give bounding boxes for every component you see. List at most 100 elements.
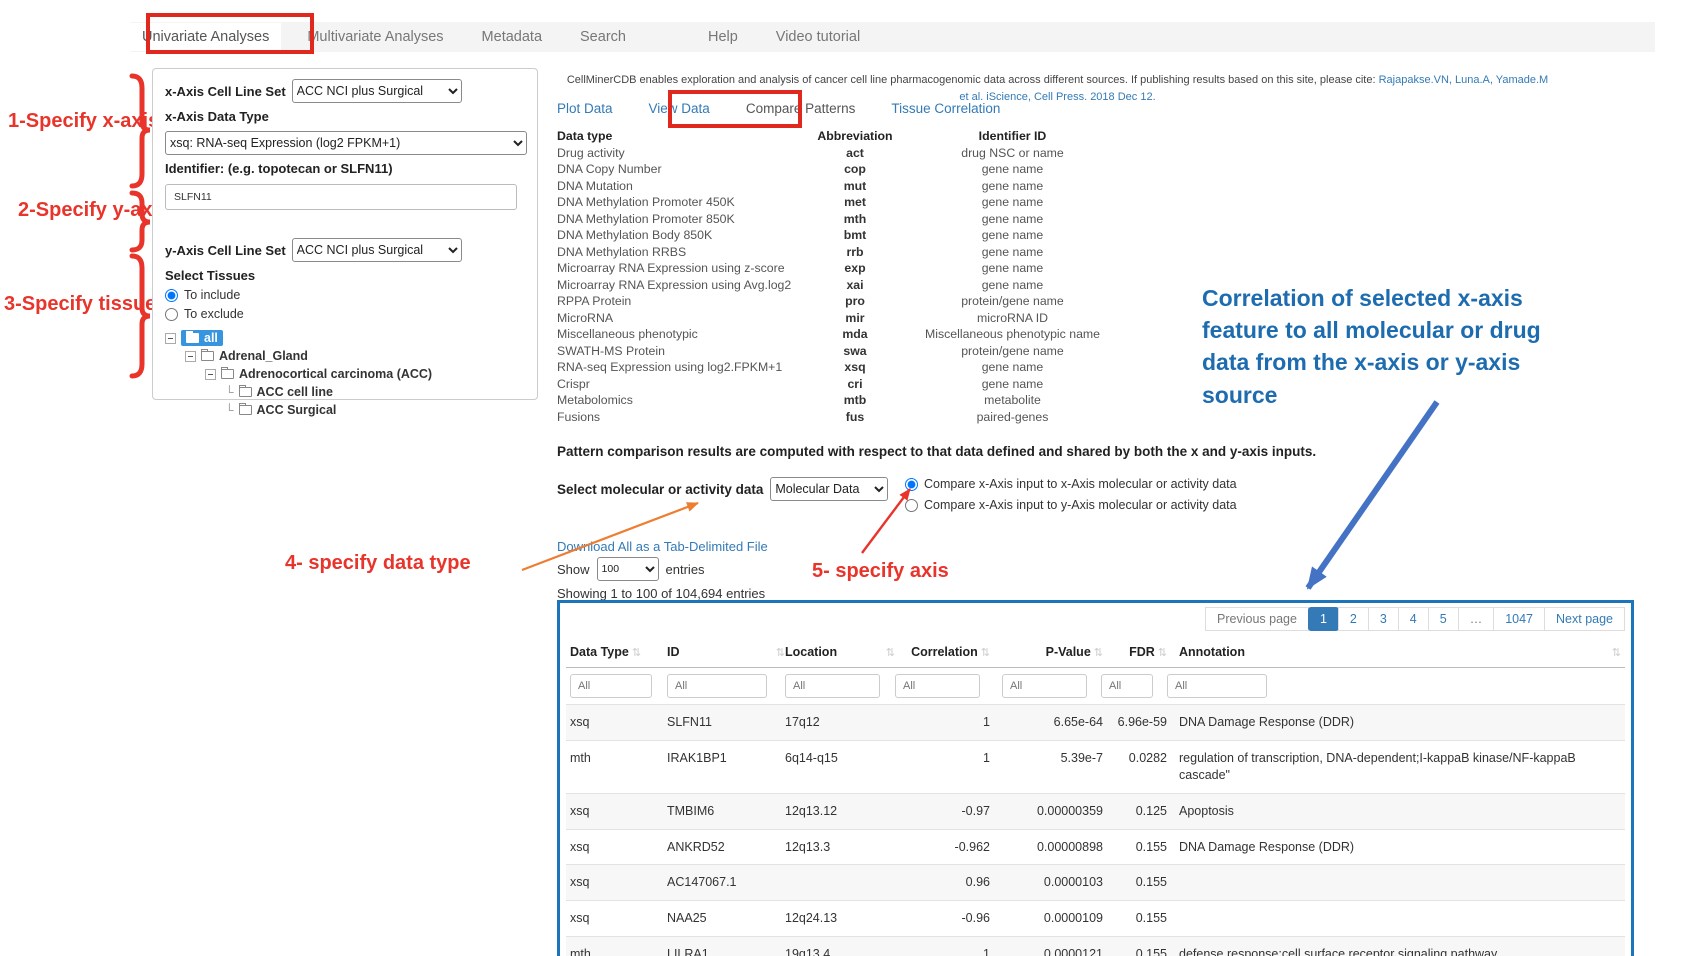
nav-tab-metadata[interactable]: Metadata bbox=[470, 23, 554, 51]
molecular-data-select[interactable]: Molecular Data bbox=[770, 477, 888, 501]
page-button-1047[interactable]: 1047 bbox=[1493, 607, 1545, 631]
page-button-1[interactable]: 1 bbox=[1308, 607, 1339, 631]
previous-page-button[interactable]: Previous page bbox=[1205, 607, 1309, 631]
sort-icon[interactable]: ⇅ bbox=[632, 646, 641, 659]
folder-icon bbox=[239, 405, 252, 415]
header-correlation[interactable]: Correlation⇅ bbox=[895, 645, 990, 659]
tree-node-all[interactable]: all bbox=[165, 329, 525, 347]
ref-cell-abbreviation: mir bbox=[805, 310, 905, 327]
tab-tissue-correlation[interactable]: Tissue Correlation bbox=[891, 101, 1000, 116]
tab-view-data[interactable]: View Data bbox=[649, 101, 710, 116]
page-button-3[interactable]: 3 bbox=[1368, 607, 1399, 631]
tree-toggle-icon[interactable] bbox=[165, 333, 176, 344]
cell-location: 12q13.3 bbox=[785, 839, 895, 856]
ref-cell-data-type: DNA Methylation Promoter 850K bbox=[557, 211, 805, 228]
page-button-2[interactable]: 2 bbox=[1338, 607, 1369, 631]
sort-icon[interactable]: ⇅ bbox=[776, 646, 785, 659]
compare-x-axis-radio[interactable] bbox=[905, 478, 918, 491]
sort-icon[interactable]: ⇅ bbox=[886, 646, 895, 659]
tree-toggle-icon[interactable] bbox=[205, 369, 216, 380]
identifier-input[interactable] bbox=[165, 184, 517, 210]
table-row[interactable]: xsq ANKRD52 12q13.3 -0.962 0.00000898 0.… bbox=[566, 829, 1625, 865]
cell-p-value: 0.0000121 bbox=[990, 946, 1103, 956]
tree-node-acc-cell-line[interactable]: └ ACC cell line bbox=[165, 383, 525, 401]
nav-tab-multivariate-analyses[interactable]: Multivariate Analyses bbox=[295, 23, 455, 51]
sort-icon[interactable]: ⇅ bbox=[1158, 646, 1167, 659]
nav-tab-help[interactable]: Help bbox=[696, 23, 750, 51]
filter-p-value-input[interactable] bbox=[1002, 674, 1087, 698]
tree-node-adrenal-gland[interactable]: Adrenal_Gland bbox=[165, 347, 525, 365]
nav-tab-search[interactable]: Search bbox=[568, 23, 638, 51]
ref-cell-identifier-id: metabolite bbox=[905, 392, 1120, 409]
tree-toggle-icon[interactable] bbox=[185, 351, 196, 362]
citation-link-authors[interactable]: Rajapakse.VN, Luna.A, Yamade.M bbox=[1379, 74, 1549, 86]
filter-location-input[interactable] bbox=[785, 674, 880, 698]
filter-correlation-input[interactable] bbox=[895, 674, 980, 698]
ref-header-identifier-id: Identifier ID bbox=[905, 128, 1120, 145]
table-row[interactable]: xsq TMBIM6 12q13.12 -0.97 0.00000359 0.1… bbox=[566, 793, 1625, 829]
cell-data-type: xsq bbox=[570, 714, 667, 731]
reference-table-header: Data type Abbreviation Identifier ID bbox=[557, 128, 1120, 145]
table-row[interactable]: mth LILRA1 19q13.4 1 0.0000121 0.155 def… bbox=[566, 936, 1625, 956]
tree-node-label: ACC Surgical bbox=[257, 403, 337, 417]
x-axis-data-type-select[interactable]: xsq: RNA-seq Expression (log2 FPKM+1) bbox=[165, 131, 527, 155]
page-button-4[interactable]: 4 bbox=[1398, 607, 1429, 631]
filter-id-input[interactable] bbox=[667, 674, 767, 698]
header-data-type[interactable]: Data Type⇅ bbox=[570, 645, 667, 659]
next-page-button[interactable]: Next page bbox=[1544, 607, 1625, 631]
ref-cell-identifier-id: gene name bbox=[905, 211, 1120, 228]
header-p-value[interactable]: P-Value⇅ bbox=[990, 645, 1103, 659]
tree-node-label: ACC cell line bbox=[257, 385, 333, 399]
cell-fdr: 0.0282 bbox=[1103, 750, 1167, 784]
table-row[interactable]: xsq SLFN11 17q12 1 6.65e-64 6.96e-59 DNA… bbox=[566, 704, 1625, 740]
compare-axis-radio-group: Compare x-Axis input to x-Axis molecular… bbox=[905, 477, 1237, 519]
page-button-5[interactable]: 5 bbox=[1428, 607, 1459, 631]
cell-id: LILRA1 bbox=[667, 946, 785, 956]
brace-step3 bbox=[132, 256, 150, 376]
sort-icon[interactable]: ⇅ bbox=[1612, 646, 1621, 659]
header-location[interactable]: Location⇅ bbox=[785, 645, 895, 659]
reference-table-row: Microarray RNA Expression using Avg.log2… bbox=[557, 277, 1120, 294]
filter-annotation-input[interactable] bbox=[1167, 674, 1267, 698]
cell-id: AC147067.1 bbox=[667, 874, 785, 891]
filter-data-type-input[interactable] bbox=[570, 674, 652, 698]
ref-cell-data-type: SWATH-MS Protein bbox=[557, 343, 805, 360]
cell-p-value: 0.00000898 bbox=[990, 839, 1103, 856]
tab-plot-data[interactable]: Plot Data bbox=[557, 101, 613, 116]
tree-node-acc-carcinoma[interactable]: Adrenocortical carcinoma (ACC) bbox=[165, 365, 525, 383]
filter-fdr-input[interactable] bbox=[1101, 674, 1153, 698]
header-fdr[interactable]: FDR⇅ bbox=[1103, 645, 1167, 659]
compare-y-axis-radio[interactable] bbox=[905, 499, 918, 512]
nav-tab-univariate-analyses[interactable]: Univariate Analyses bbox=[130, 23, 281, 51]
ref-cell-data-type: DNA Mutation bbox=[557, 178, 805, 195]
tree-node-acc-surgical[interactable]: └ ACC Surgical bbox=[165, 401, 525, 419]
pagination: Previous page 1 2 3 4 5 … 1047 Next page bbox=[566, 607, 1625, 631]
table-row[interactable]: xsq NAA25 12q24.13 -0.96 0.0000109 0.155 bbox=[566, 900, 1625, 936]
header-id[interactable]: ID⇅ bbox=[667, 645, 785, 659]
x-axis-cell-line-set-label: x-Axis Cell Line Set bbox=[165, 84, 286, 99]
tab-compare-patterns[interactable]: Compare Patterns bbox=[746, 101, 856, 116]
identifier-label: Identifier: (e.g. topotecan or SLFN11) bbox=[165, 161, 525, 176]
entries-count-select[interactable]: 100 bbox=[597, 557, 659, 581]
reference-table-row: DNA Copy Number cop gene name bbox=[557, 161, 1120, 178]
ref-cell-abbreviation: met bbox=[805, 194, 905, 211]
table-row[interactable]: xsq AC147067.1 0.96 0.0000103 0.155 bbox=[566, 864, 1625, 900]
cell-correlation: -0.962 bbox=[895, 839, 990, 856]
folder-icon bbox=[221, 369, 234, 379]
table-row[interactable]: mth IRAK1BP1 6q14-q15 1 5.39e-7 0.0282 r… bbox=[566, 740, 1625, 793]
nav-tab-video-tutorial[interactable]: Video tutorial bbox=[764, 23, 872, 51]
ref-cell-data-type: Microarray RNA Expression using z-score bbox=[557, 260, 805, 277]
show-label: Show bbox=[557, 562, 590, 577]
header-annotation[interactable]: Annotation⇅ bbox=[1167, 645, 1621, 659]
ref-cell-data-type: DNA Methylation Body 850K bbox=[557, 227, 805, 244]
sort-icon[interactable]: ⇅ bbox=[1094, 646, 1103, 659]
download-tab-delimited-link[interactable]: Download All as a Tab-Delimited File bbox=[557, 539, 768, 554]
ref-cell-abbreviation: xai bbox=[805, 277, 905, 294]
cell-correlation: 1 bbox=[895, 714, 990, 731]
cell-annotation: regulation of transcription, DNA-depende… bbox=[1167, 750, 1621, 784]
to-include-radio[interactable] bbox=[165, 289, 178, 302]
to-exclude-radio[interactable] bbox=[165, 308, 178, 321]
y-axis-cell-line-set-select[interactable]: ACC NCI plus Surgical bbox=[292, 238, 462, 262]
sort-icon[interactable]: ⇅ bbox=[981, 646, 990, 659]
x-axis-cell-line-set-select[interactable]: ACC NCI plus Surgical bbox=[292, 79, 462, 103]
